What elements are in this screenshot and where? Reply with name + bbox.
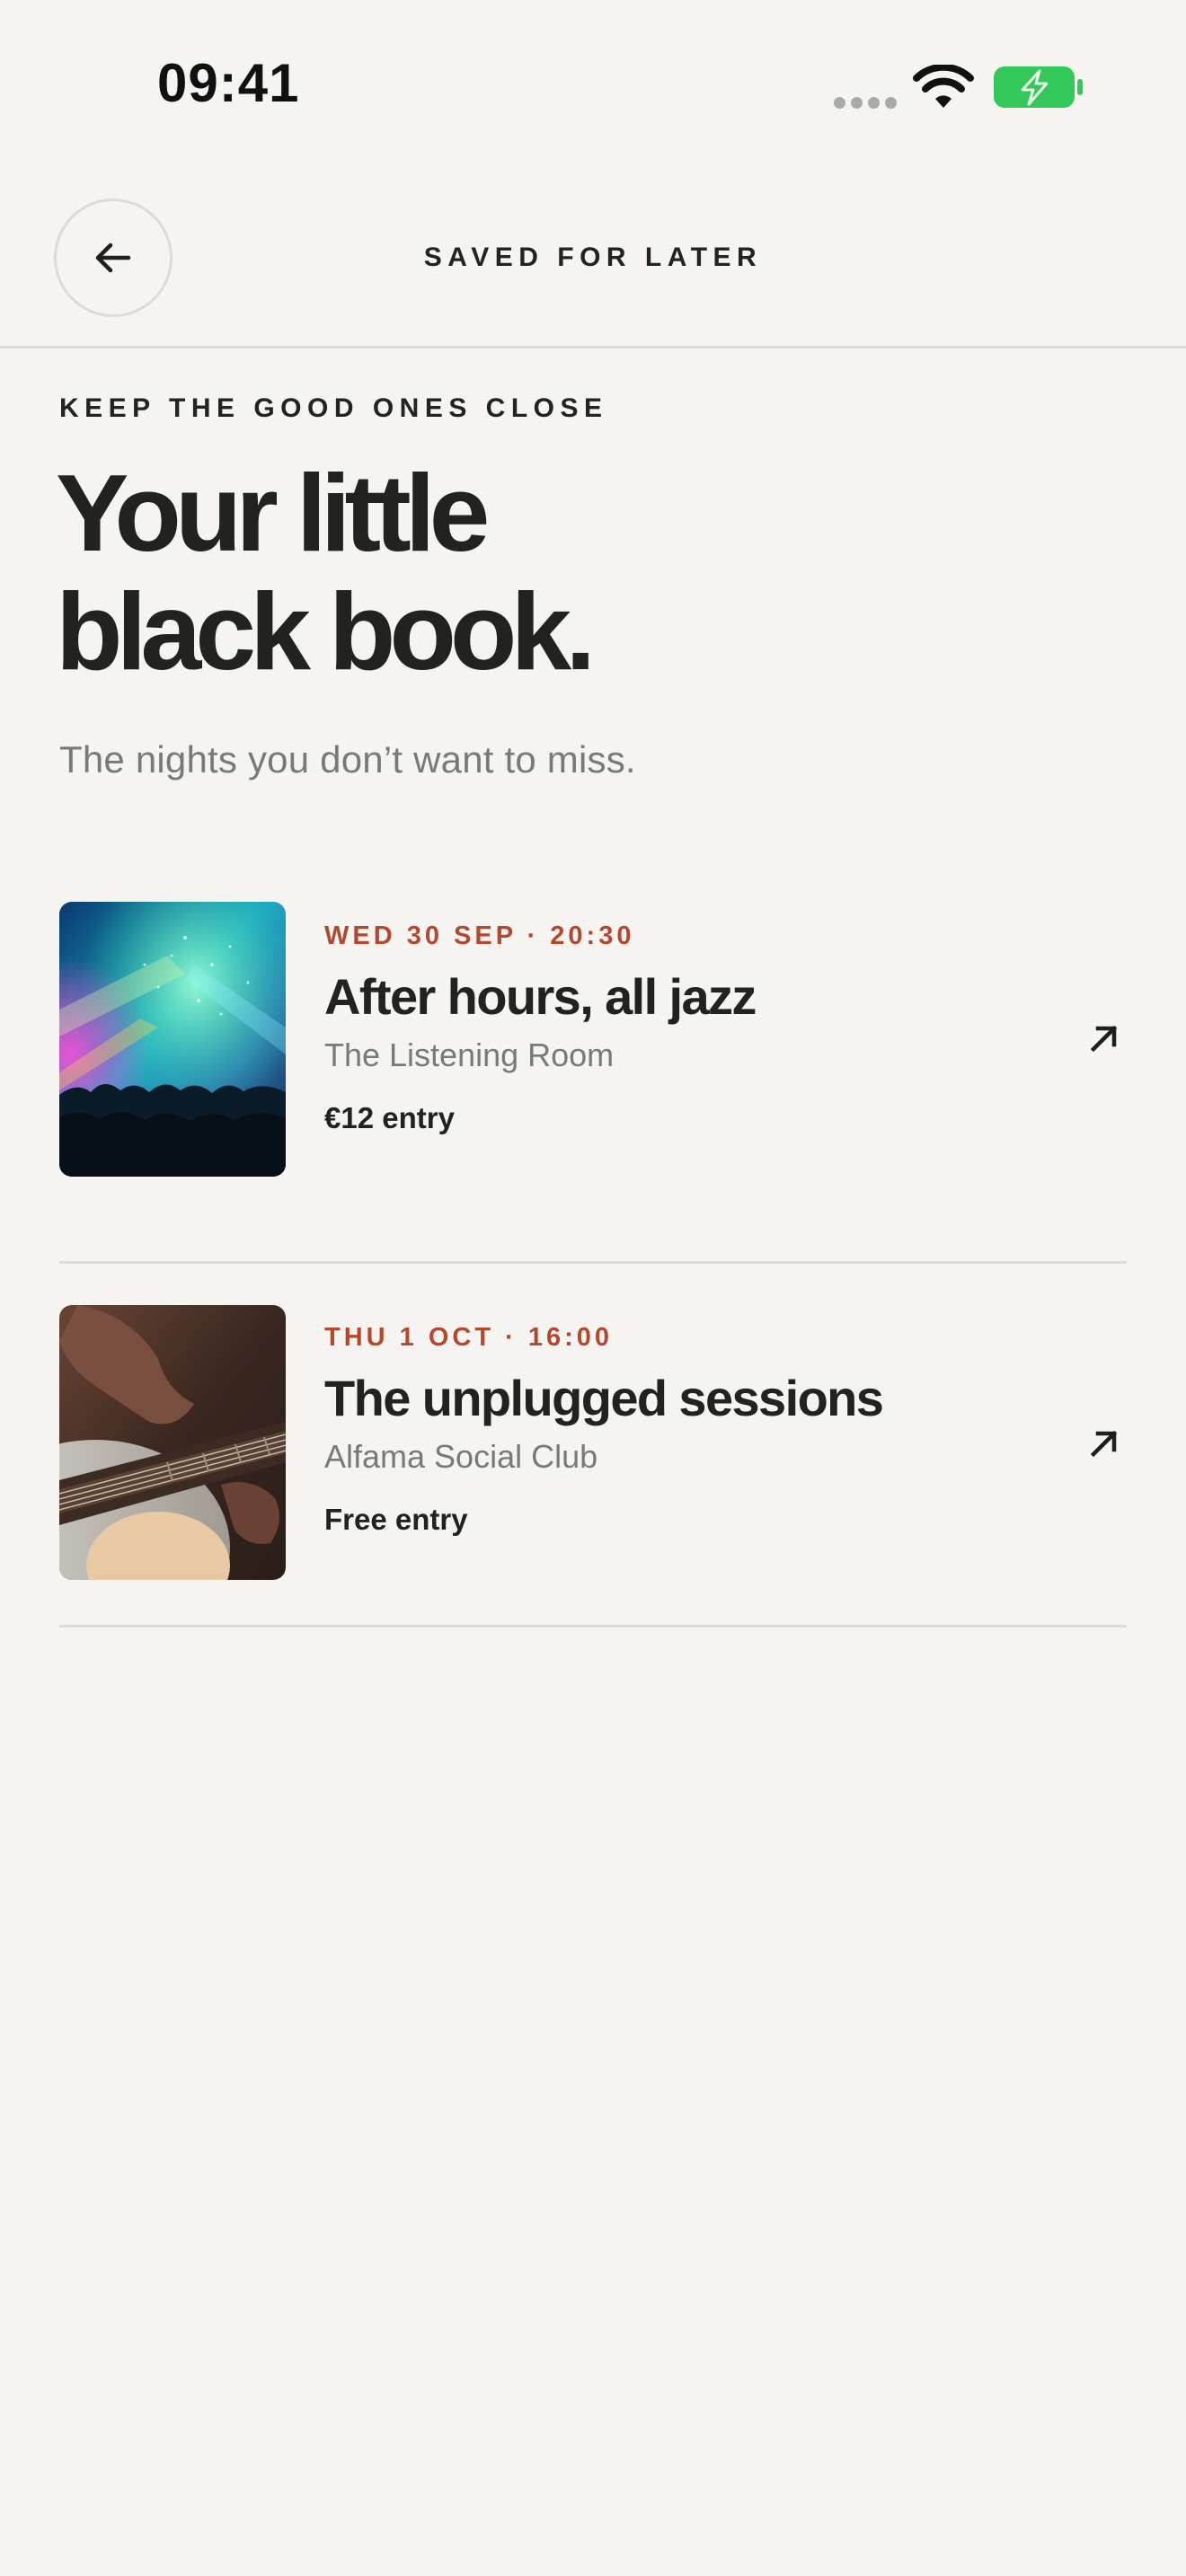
- arrow-up-right-icon: [1090, 1430, 1118, 1458]
- hero-subtitle: The nights you don’t want to miss.: [59, 738, 636, 781]
- event-venue: Alfama Social Club: [324, 1438, 598, 1475]
- concert-crowd-stage-lights-photo: [59, 902, 286, 1177]
- event-info: THU 1 OCT · 16:00 The unplugged sessions…: [324, 1323, 1025, 1537]
- event-date: WED 30 SEP · 20:30: [324, 922, 635, 950]
- open-event-button[interactable]: [1083, 1422, 1126, 1465]
- open-event-button[interactable]: [1083, 1017, 1126, 1060]
- event-date: THU 1 OCT · 16:00: [324, 1323, 613, 1352]
- event-price: Free entry: [324, 1503, 468, 1536]
- saved-events-list: WED 30 SEP · 20:30 After hours, all jazz…: [59, 900, 1127, 1628]
- saved-event-card[interactable]: WED 30 SEP · 20:30 After hours, all jazz…: [59, 900, 1127, 1264]
- event-title: After hours, all jazz: [324, 968, 757, 1025]
- arrow-up-right-icon: [1090, 1025, 1118, 1053]
- event-title: The unplugged sessions: [324, 1370, 884, 1426]
- header-divider: [0, 346, 1186, 348]
- status-time: 09:41: [157, 53, 300, 113]
- page-title: SAVED FOR LATER: [423, 243, 763, 272]
- wifi-icon: [913, 65, 974, 108]
- event-info: WED 30 SEP · 20:30 After hours, all jazz…: [324, 922, 1025, 1135]
- hero-title-line-2: black book.: [56, 570, 596, 693]
- acoustic-guitar-close-up-photo: [59, 1305, 286, 1580]
- hero-title-line-1: Your little: [56, 452, 491, 574]
- event-venue: The Listening Room: [324, 1037, 615, 1073]
- nav-header: SAVED FOR LATER: [0, 193, 1186, 348]
- status-bar: 09:41: [0, 0, 1186, 171]
- hero-title: Your little black book.: [56, 454, 1134, 691]
- battery-charging-icon: [994, 66, 1083, 108]
- section-eyebrow: KEEP THE GOOD ONES CLOSE: [59, 393, 608, 423]
- event-price: €12 entry: [324, 1101, 455, 1134]
- cellular-signal-icon: [834, 97, 897, 110]
- saved-event-card[interactable]: THU 1 OCT · 16:00 The unplugged sessions…: [59, 1264, 1127, 1628]
